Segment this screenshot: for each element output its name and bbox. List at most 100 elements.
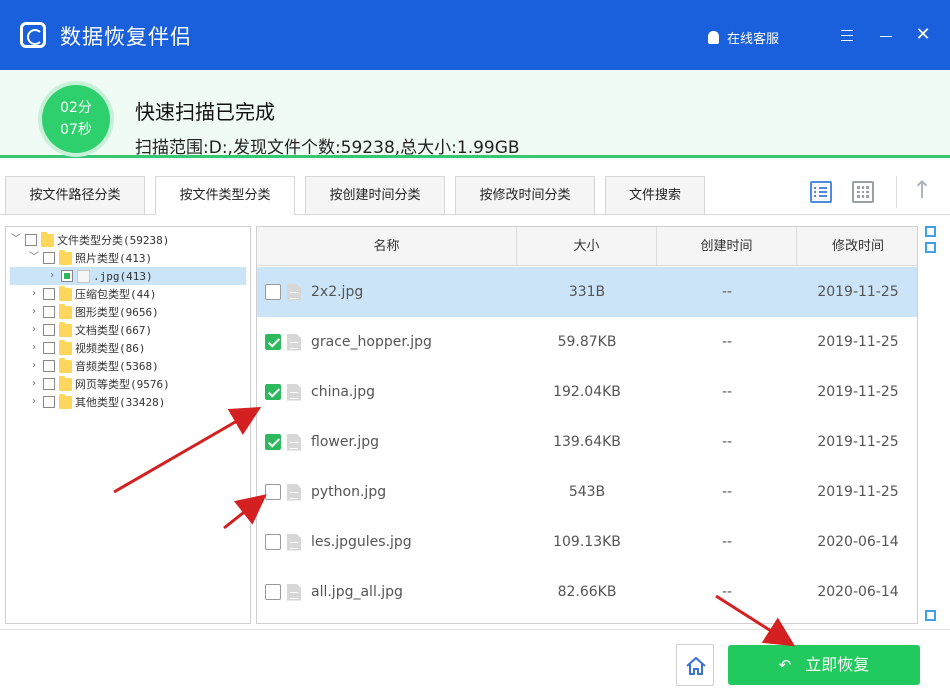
tree-checkbox[interactable] bbox=[43, 288, 55, 300]
panel-toggle-icon[interactable] bbox=[925, 226, 936, 237]
tree-checkbox[interactable] bbox=[61, 270, 73, 282]
tree-node-photos[interactable]: ﹀ 照片类型(413) bbox=[28, 249, 152, 267]
cell-created: -- bbox=[721, 284, 733, 300]
minimize-icon[interactable] bbox=[877, 26, 895, 44]
table-row[interactable]: china.jpg 192.04KB -- 2019-11-25 bbox=[257, 367, 917, 417]
cell-created: -- bbox=[721, 334, 733, 350]
timer-seconds: 07秒 bbox=[60, 122, 92, 138]
table-row[interactable]: 2x2.jpg 331B -- 2019-11-25 bbox=[257, 267, 917, 317]
recover-label: 立即恢复 bbox=[805, 655, 870, 674]
type-tree: ﹀ 文件类型分类(59238) ﹀ 照片类型(413) › .jpg(413) … bbox=[5, 226, 251, 624]
cell-name: 2x2.jpg bbox=[257, 283, 517, 301]
cell-name: china.jpg bbox=[257, 383, 517, 401]
tree-node-other[interactable]: › 其他类型(33428) bbox=[28, 393, 165, 411]
toolbar-divider bbox=[896, 176, 897, 208]
column-header-name[interactable]: 名称 bbox=[257, 227, 517, 266]
tree-label: 文件类型分类(59238) bbox=[57, 234, 170, 247]
chevron-right-icon[interactable]: › bbox=[28, 324, 40, 336]
chevron-down-icon[interactable]: ﹀ bbox=[28, 252, 40, 264]
tree-node-audio[interactable]: › 音频类型(5368) bbox=[28, 357, 159, 375]
row-checkbox[interactable] bbox=[265, 484, 281, 500]
tree-label: 文档类型(667) bbox=[75, 324, 153, 337]
tree-checkbox[interactable] bbox=[43, 324, 55, 336]
tree-checkbox[interactable] bbox=[43, 252, 55, 264]
folder-icon bbox=[59, 375, 72, 391]
home-button[interactable] bbox=[676, 644, 714, 686]
tree-label: 网页等类型(9576) bbox=[75, 378, 170, 391]
online-support-label: 在线客服 bbox=[727, 32, 780, 47]
table-row[interactable]: all.jpg_all.jpg 82.66KB -- 2020-06-14 bbox=[257, 567, 917, 617]
panel-toggle-icon[interactable] bbox=[925, 610, 936, 621]
table-row[interactable]: flower.jpg 139.64KB -- 2019-11-25 bbox=[257, 417, 917, 467]
chevron-right-icon[interactable]: › bbox=[28, 342, 40, 354]
table-row[interactable]: les.jpgules.jpg 109.13KB -- 2020-06-14 bbox=[257, 517, 917, 567]
tree-node-archives[interactable]: › 压缩包类型(44) bbox=[28, 285, 157, 303]
grid-view-icon[interactable] bbox=[852, 181, 874, 203]
cell-name: grace_hopper.jpg bbox=[257, 333, 517, 351]
tree-label: 视频类型(86) bbox=[75, 342, 146, 355]
undo-icon: ↶ bbox=[778, 656, 792, 674]
cell-size: 82.66KB bbox=[557, 584, 617, 600]
title-bar: 数据恢复伴侣 在线客服 ✕ bbox=[0, 0, 950, 70]
tree-checkbox[interactable] bbox=[43, 378, 55, 390]
folder-icon bbox=[59, 321, 72, 337]
tree-checkbox[interactable] bbox=[43, 342, 55, 354]
table-row[interactable]: grace_hopper.jpg 59.87KB -- 2019-11-25 bbox=[257, 317, 917, 367]
column-header-modified[interactable]: 修改时间 bbox=[797, 227, 917, 266]
table-row[interactable]: python.jpg 543B -- 2019-11-25 bbox=[257, 467, 917, 517]
cell-name: flower.jpg bbox=[257, 433, 517, 451]
tab-by-created[interactable]: 按创建时间分类 bbox=[305, 176, 445, 214]
table-header: 名称 大小 创建时间 修改时间 bbox=[257, 227, 917, 266]
tab-by-type[interactable]: 按文件类型分类 bbox=[155, 176, 295, 215]
row-checkbox[interactable] bbox=[265, 284, 281, 300]
tab-by-path[interactable]: 按文件路径分类 bbox=[5, 176, 145, 214]
tree-node-root[interactable]: ﹀ 文件类型分类(59238) bbox=[10, 231, 169, 249]
tree-label: 图形类型(9656) bbox=[75, 306, 159, 319]
tree-node-jpg[interactable]: › .jpg(413) bbox=[10, 267, 246, 285]
file-icon bbox=[287, 483, 301, 501]
cell-name: python.jpg bbox=[257, 483, 517, 501]
cell-size: 331B bbox=[568, 284, 606, 300]
online-support-button[interactable]: 在线客服 bbox=[708, 28, 779, 47]
file-icon bbox=[287, 533, 301, 551]
file-name: 2x2.jpg bbox=[311, 284, 364, 300]
tree-checkbox[interactable] bbox=[43, 360, 55, 372]
cell-size: 59.87KB bbox=[557, 334, 617, 350]
tab-by-modified[interactable]: 按修改时间分类 bbox=[455, 176, 595, 214]
tree-node-video[interactable]: › 视频类型(86) bbox=[28, 339, 146, 357]
chevron-right-icon[interactable]: › bbox=[28, 360, 40, 372]
chevron-down-icon[interactable]: ﹀ bbox=[10, 234, 22, 246]
list-view-icon[interactable] bbox=[810, 181, 832, 203]
chevron-right-icon[interactable]: › bbox=[28, 378, 40, 390]
close-icon[interactable]: ✕ bbox=[914, 26, 932, 44]
recover-now-button[interactable]: ↶ 立即恢复 bbox=[728, 645, 920, 685]
tree-node-graphics[interactable]: › 图形类型(9656) bbox=[28, 303, 159, 321]
tree-node-documents[interactable]: › 文档类型(667) bbox=[28, 321, 152, 339]
tree-label: .jpg(413) bbox=[93, 269, 153, 283]
column-header-created[interactable]: 创建时间 bbox=[657, 227, 797, 266]
chevron-right-icon[interactable]: › bbox=[28, 396, 40, 408]
file-icon bbox=[287, 333, 301, 351]
row-checkbox[interactable] bbox=[265, 534, 281, 550]
cell-modified: 2019-11-25 bbox=[817, 384, 899, 400]
menu-icon[interactable] bbox=[838, 26, 856, 44]
row-checkbox[interactable] bbox=[265, 584, 281, 600]
row-checkbox[interactable] bbox=[265, 334, 281, 350]
tree-node-web[interactable]: › 网页等类型(9576) bbox=[28, 375, 170, 393]
chevron-right-icon[interactable]: › bbox=[28, 288, 40, 300]
column-header-size[interactable]: 大小 bbox=[517, 227, 657, 266]
scan-status: 快速扫描已完成 bbox=[135, 100, 275, 124]
chevron-right-icon[interactable]: › bbox=[46, 270, 58, 282]
row-checkbox[interactable] bbox=[265, 434, 281, 450]
chevron-right-icon[interactable]: › bbox=[28, 306, 40, 318]
tree-checkbox[interactable] bbox=[25, 234, 37, 246]
file-name: grace_hopper.jpg bbox=[311, 334, 432, 350]
tab-file-search[interactable]: 文件搜索 bbox=[605, 176, 705, 214]
arrow-up-icon[interactable]: ↑ bbox=[912, 176, 932, 204]
tree-checkbox[interactable] bbox=[43, 306, 55, 318]
tree-checkbox[interactable] bbox=[43, 396, 55, 408]
cell-modified: 2020-06-14 bbox=[817, 584, 899, 600]
panel-toggle-icon[interactable] bbox=[925, 242, 936, 253]
folder-icon bbox=[59, 357, 72, 373]
row-checkbox[interactable] bbox=[265, 384, 281, 400]
